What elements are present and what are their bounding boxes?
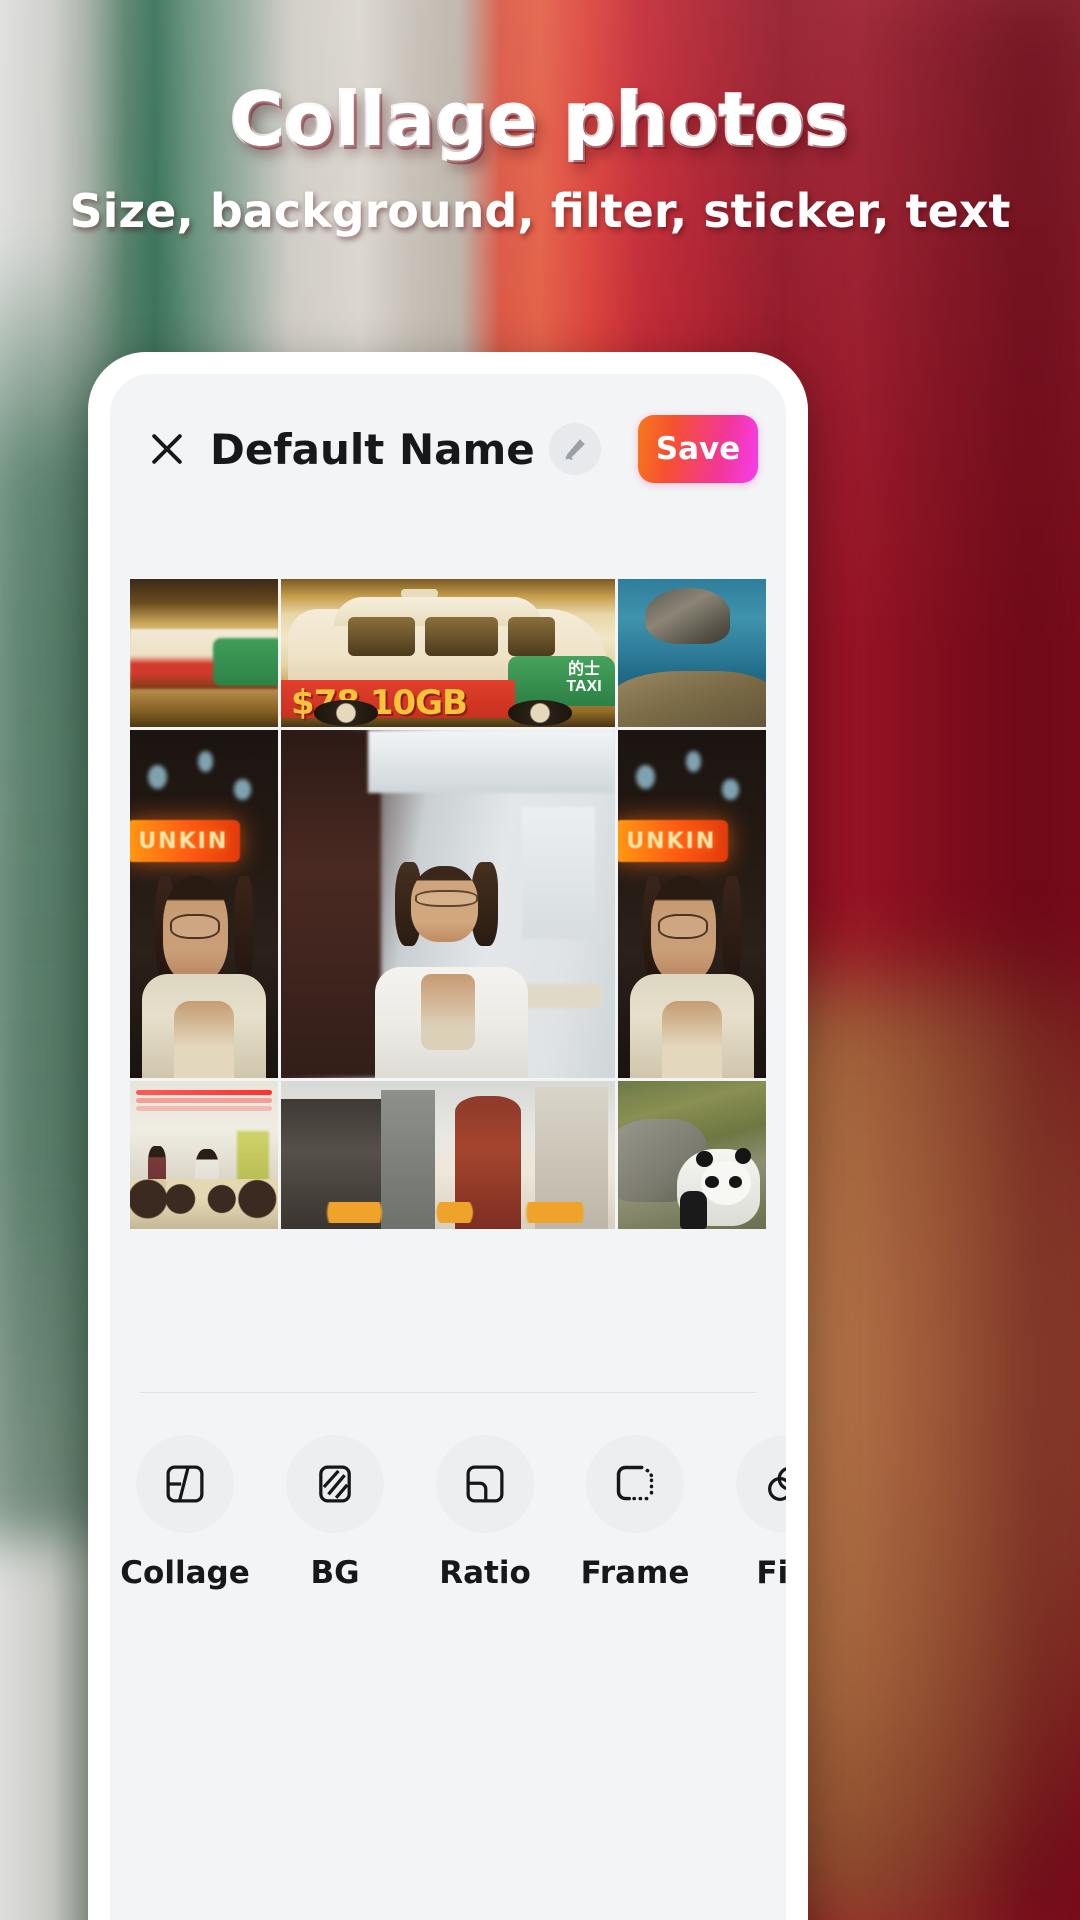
collage-cell-top-left[interactable] xyxy=(130,579,278,727)
collage-cell-top-center[interactable]: $78 10GB 的士 TAXI xyxy=(281,579,615,727)
collage-cell-middle-right[interactable]: UNKIN xyxy=(618,730,766,1078)
collage-cell-top-right[interactable] xyxy=(618,579,766,727)
collage-cell-middle-left[interactable]: UNKIN xyxy=(130,730,278,1078)
photo-panda xyxy=(618,1081,766,1229)
collage-grid: $78 10GB 的士 TAXI UNKIN UNKIN xyxy=(130,579,766,1229)
aspect-ratio-icon xyxy=(436,1435,534,1533)
collage-cell-middle-center[interactable] xyxy=(281,730,615,1078)
toolbar-item-filter[interactable]: Filt xyxy=(710,1435,786,1591)
app-screen: Default Name Save $78 10GB 的士 TAXI UNKIN… xyxy=(110,374,786,1920)
collage-split-icon xyxy=(136,1435,234,1533)
promo-text-block: Collage photos Size, background, filter,… xyxy=(0,76,1080,238)
photo-sea-rock xyxy=(618,579,766,727)
close-button[interactable] xyxy=(138,420,196,478)
editor-toolbar: Collage BG Ratio Frame Fi xyxy=(110,1393,786,1591)
document-title-group[interactable]: Default Name xyxy=(210,423,638,475)
toolbar-item-collage[interactable]: Collage xyxy=(110,1435,260,1591)
photo-woman-night-left: UNKIN xyxy=(130,730,278,1078)
collage-cell-bottom-left[interactable] xyxy=(130,1081,278,1229)
save-button[interactable]: Save xyxy=(638,415,758,483)
collage-cell-bottom-center[interactable] xyxy=(281,1081,615,1229)
pencil-icon xyxy=(565,439,585,460)
toolbar-label-ratio: Ratio xyxy=(439,1555,531,1591)
toolbar-item-ratio[interactable]: Ratio xyxy=(410,1435,560,1591)
collage-cell-bottom-right[interactable] xyxy=(618,1081,766,1229)
toolbar-item-bg[interactable]: BG xyxy=(260,1435,410,1591)
photo-taxi: $78 10GB 的士 TAXI xyxy=(281,579,615,727)
photo-taxi-motion-blur xyxy=(130,579,278,727)
dashed-frame-icon xyxy=(586,1435,684,1533)
promo-subheadline: Size, background, filter, sticker, text xyxy=(69,184,1011,238)
collage-canvas[interactable]: $78 10GB 的士 TAXI UNKIN UNKIN xyxy=(110,524,786,1284)
toolbar-label-bg: BG xyxy=(310,1555,360,1591)
diagonal-lines-icon xyxy=(286,1435,384,1533)
canvas-bottom-spacer xyxy=(110,1284,786,1392)
photo-woman-mall xyxy=(281,730,615,1078)
promo-headline: Collage photos xyxy=(229,76,851,164)
filter-circles-icon xyxy=(736,1435,786,1533)
phone-mockup: Default Name Save $78 10GB 的士 TAXI UNKIN… xyxy=(88,352,808,1920)
rename-button[interactable] xyxy=(548,423,601,475)
background-dark-band xyxy=(820,0,1080,1920)
close-icon xyxy=(152,434,182,464)
photo-city xyxy=(281,1081,615,1229)
toolbar-item-frame[interactable]: Frame xyxy=(560,1435,710,1591)
toolbar-label-frame: Frame xyxy=(580,1555,690,1591)
photo-woman-night-right: UNKIN xyxy=(618,730,766,1078)
toolbar-label-filter: Filt xyxy=(756,1555,786,1591)
toolbar-label-collage: Collage xyxy=(120,1555,250,1591)
document-title: Default Name xyxy=(210,424,535,474)
photo-cafe xyxy=(130,1081,278,1229)
app-header: Default Name Save xyxy=(110,374,786,524)
